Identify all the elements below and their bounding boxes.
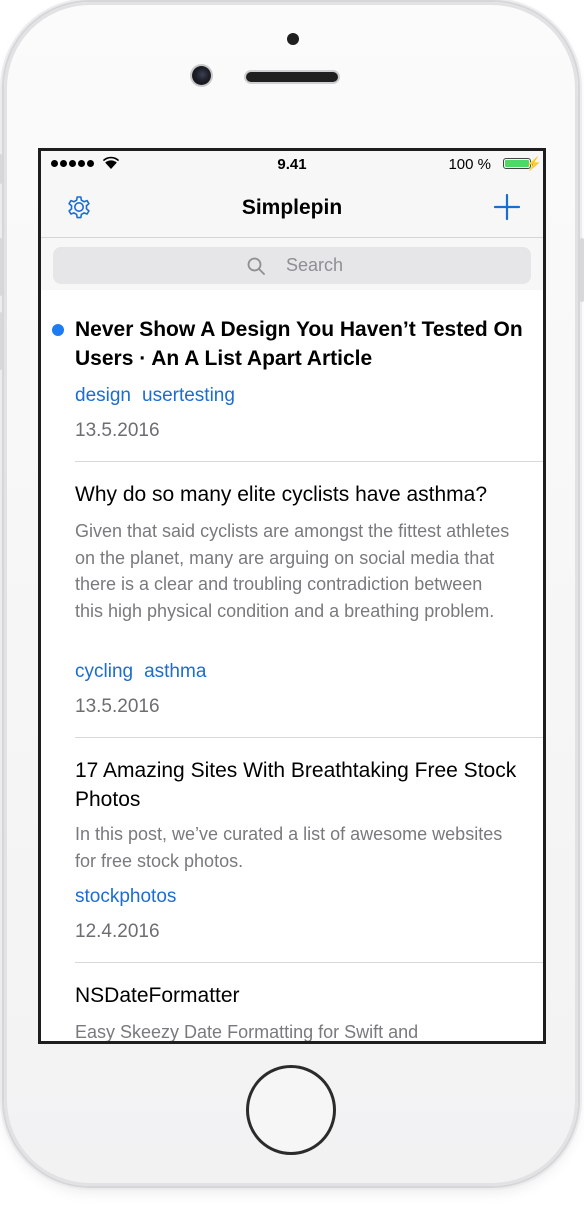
tag-link[interactable]: design xyxy=(75,385,131,407)
bookmark-tags: cycling asthma xyxy=(75,661,206,683)
tag-link[interactable]: usertesting xyxy=(142,385,235,407)
status-bar: 9.41 100 % ⚡ xyxy=(41,151,543,177)
volume-down-button xyxy=(0,312,2,370)
magnifier-icon xyxy=(247,257,265,275)
bookmark-title: 17 Amazing Sites With Breathtaking Free … xyxy=(75,759,517,811)
tag-link[interactable]: stockphotos xyxy=(75,886,176,908)
bookmark-date: 12.4.2016 xyxy=(75,921,160,942)
power-button xyxy=(580,238,584,302)
bookmark-description: In this post, we’ve curated a list of aw… xyxy=(75,824,503,871)
home-button[interactable] xyxy=(246,1065,336,1155)
bookmark-row[interactable]: Never Show A Design You Haven’t Tested O… xyxy=(41,290,543,462)
unread-indicator xyxy=(52,324,64,336)
bookmark-list[interactable]: Never Show A Design You Haven’t Tested O… xyxy=(41,290,543,1041)
front-camera xyxy=(192,66,211,85)
tag-link[interactable]: asthma xyxy=(144,661,206,683)
plus-icon[interactable] xyxy=(493,193,521,221)
battery-percentage: 100 % xyxy=(448,156,491,173)
bookmark-date: 13.5.2016 xyxy=(75,696,160,717)
search-bar xyxy=(41,238,543,290)
screen-bezel: 9.41 100 % ⚡ Simplepin Search Never Show… xyxy=(38,148,546,1044)
app-display: 9.41 100 % ⚡ Simplepin Search Never Show… xyxy=(41,151,543,1041)
charging-bolt-icon: ⚡ xyxy=(525,156,542,171)
app-title: Simplepin xyxy=(241,196,343,219)
bookmark-tags: stockphotos xyxy=(75,886,176,908)
bookmark-title: Why do so many elite cyclists have asthm… xyxy=(75,483,488,506)
earpiece-speaker xyxy=(246,72,338,82)
bookmark-row[interactable]: NSDateFormatter Easy Skeezy Date Formatt… xyxy=(41,963,543,1041)
volume-up-button xyxy=(0,238,2,296)
tag-link[interactable]: cycling xyxy=(75,661,133,683)
mute-switch xyxy=(0,154,2,184)
search-input[interactable] xyxy=(53,247,531,284)
bookmark-description: Given that said cyclists are amongst the… xyxy=(75,521,510,621)
bookmark-title: NSDateFormatter xyxy=(75,984,240,1007)
bookmark-description: Easy Skeezy Date Formatting for Swift an… xyxy=(75,1022,419,1041)
bookmark-row[interactable]: 17 Amazing Sites With Breathtaking Free … xyxy=(41,738,543,963)
bookmark-tags: design usertesting xyxy=(75,385,235,407)
proximity-sensor xyxy=(287,33,299,45)
bookmark-title: Never Show A Design You Haven’t Tested O… xyxy=(75,318,523,370)
navigation-bar: Simplepin xyxy=(41,177,543,238)
bookmark-row[interactable]: Why do so many elite cyclists have asthm… xyxy=(41,462,543,738)
bookmark-date: 13.5.2016 xyxy=(75,420,160,441)
